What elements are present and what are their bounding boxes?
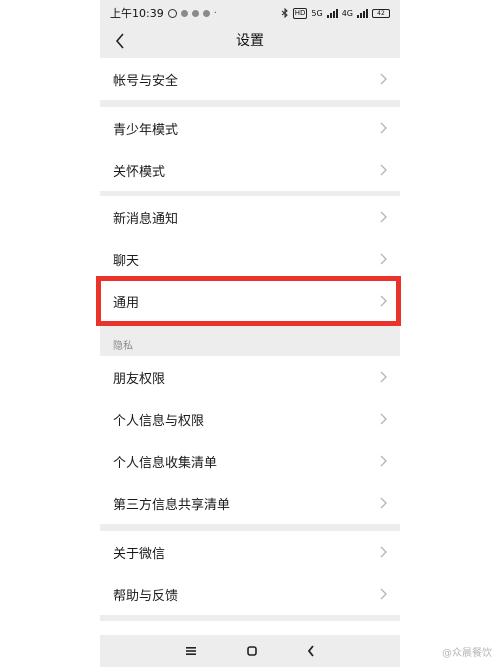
settings-item-label: 关怀模式 [113,164,166,180]
settings-group-about: 关于微信 帮助与反馈 [100,531,400,615]
settings-item-label: 帮助与反馈 [113,588,179,604]
hd-badge: HD [292,7,308,19]
chevron-right-icon [378,371,388,383]
signal-icon [357,8,368,18]
settings-item-personal-info-collection-list[interactable]: 个人信息收集清单 [100,440,400,482]
back-icon[interactable] [307,645,315,657]
settings-item-teen-mode[interactable]: 青少年模式 [100,107,400,149]
home-icon[interactable] [247,646,257,656]
chevron-right-icon [378,73,388,85]
settings-item-about-wechat[interactable]: 关于微信 [100,531,400,573]
chevron-right-icon [378,413,388,425]
chevron-right-icon [378,253,388,265]
system-navigation-bar [100,635,400,667]
settings-item-account-security[interactable]: 帐号与安全 [100,58,400,100]
more-notifications-icon: · [213,7,217,19]
chevron-right-icon [378,497,388,509]
settings-item-personal-info-permissions[interactable]: 个人信息与权限 [100,398,400,440]
settings-group-messages: 新消息通知 聊天 通用 [100,196,400,322]
battery-icon: 42 [372,8,390,18]
watermark: @众晨餐饮 [442,648,492,659]
settings-item-label: 个人信息收集清单 [113,455,218,471]
status-bar: 上午10:39 · HD 5G 4G 42 [100,0,400,26]
settings-item-label: 帐号与安全 [113,73,179,89]
settings-item-label: 关于微信 [113,546,166,562]
settings-item-label: 新消息通知 [113,211,179,227]
section-label-privacy: 隐私 [113,341,133,352]
settings-item-label: 通用 [113,295,140,311]
network-5g-label: 5G [311,8,323,18]
settings-group-modes: 青少年模式 关怀模式 [100,107,400,191]
settings-group-next [100,621,400,635]
chevron-right-icon [378,164,388,176]
settings-item-chat[interactable]: 聊天 [100,238,400,280]
menu-icon[interactable] [185,646,197,656]
signal-icon [326,8,338,18]
chevron-right-icon [378,211,388,223]
settings-item-label: 个人信息与权限 [113,413,205,429]
settings-item-label: 朋友权限 [113,371,166,387]
chevron-right-icon [378,588,388,600]
settings-item-friend-permissions[interactable]: 朋友权限 [100,356,400,398]
chevron-right-icon [378,295,388,307]
app-notification-icon [191,9,199,17]
settings-item-new-message-notifications[interactable]: 新消息通知 [100,196,400,238]
network-4g-label: 4G [341,8,353,18]
chevron-right-icon [378,122,388,134]
page-title: 设置 [236,33,264,49]
alarm-icon [167,8,177,18]
settings-item-label: 聊天 [113,253,140,269]
settings-group-privacy: 朋友权限 个人信息与权限 个人信息收集清单 第三方信息共享清单 [100,356,400,524]
status-left: 上午10:39 · [110,5,217,21]
chevron-right-icon [378,546,388,558]
settings-item-third-party-sharing-list[interactable]: 第三方信息共享清单 [100,482,400,524]
chevron-right-icon [378,455,388,467]
settings-item-help-feedback[interactable]: 帮助与反馈 [100,573,400,615]
settings-item-label: 青少年模式 [113,122,179,138]
settings-group-account: 帐号与安全 [100,58,400,100]
navigation-bar: 设置 [100,26,400,56]
bluetooth-icon [281,8,288,18]
settings-item-label: 第三方信息共享清单 [113,497,231,513]
app-notification-icon [180,9,188,17]
settings-item-general[interactable]: 通用 [100,280,400,322]
phone-screen: 上午10:39 · HD 5G 4G 42 设置 帐号与安全 青少年模式 关怀模… [100,0,400,667]
status-time: 上午10:39 [110,7,164,20]
app-notification-icon [202,9,210,17]
settings-item-care-mode[interactable]: 关怀模式 [100,149,400,191]
status-right: HD 5G 4G 42 [281,7,390,19]
